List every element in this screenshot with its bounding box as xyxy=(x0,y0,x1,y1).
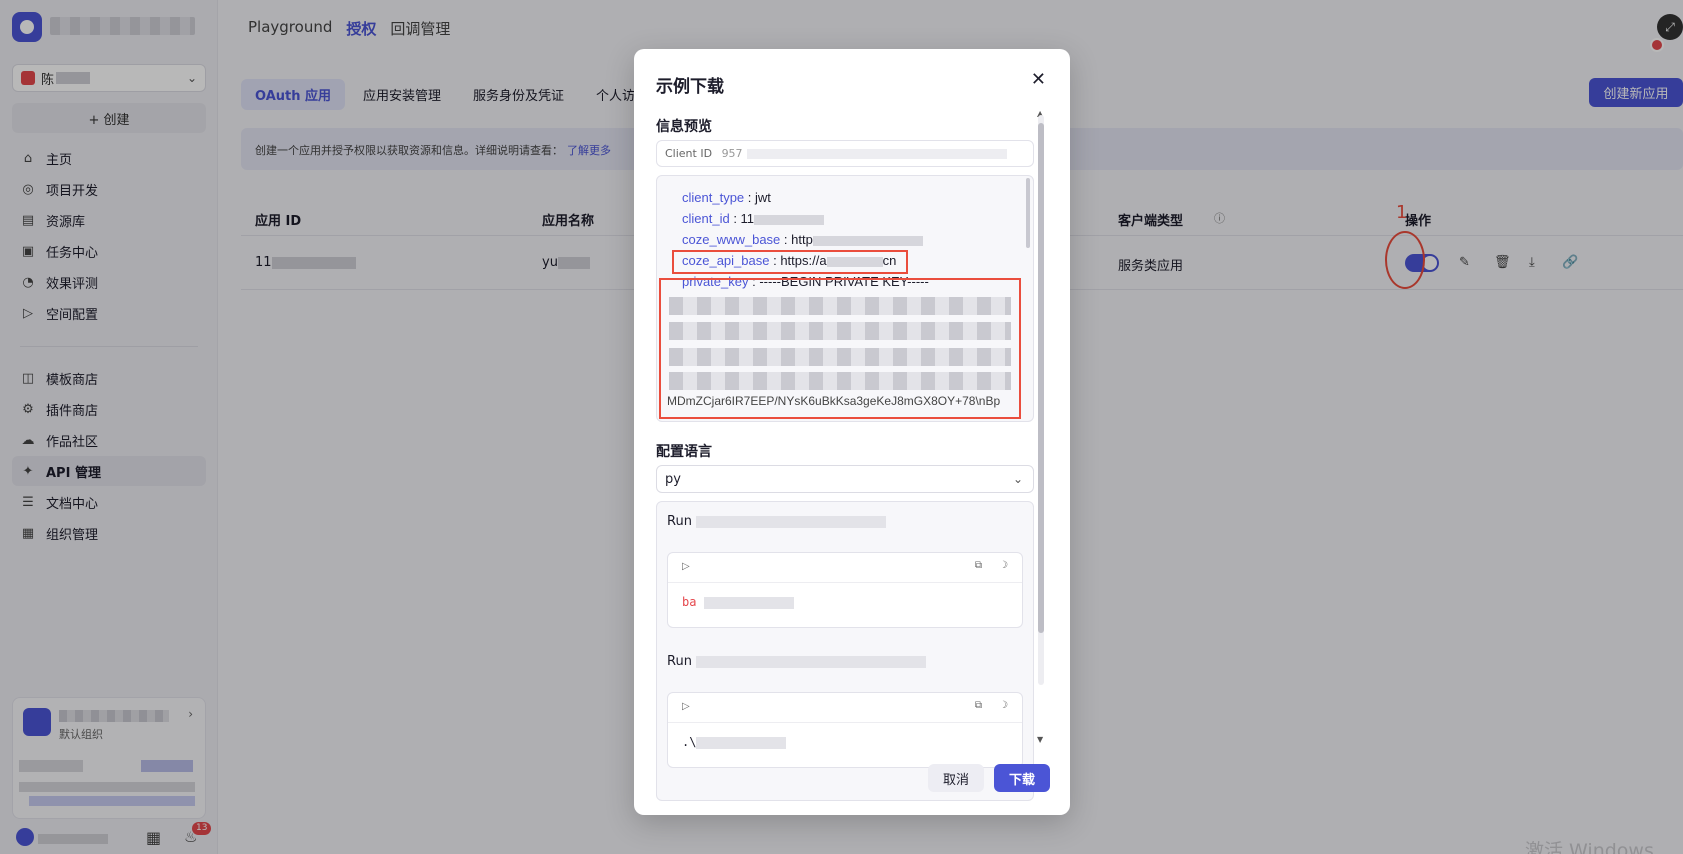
chevron-down-icon: ⌄ xyxy=(1012,472,1023,486)
field-client-type: client_type : jwt xyxy=(682,190,771,205)
modal-scrollbar[interactable] xyxy=(1038,115,1044,685)
client-id-label: Client ID xyxy=(665,147,713,160)
theme-toggle-icon[interactable]: ☽ xyxy=(999,700,1008,711)
code-text: .\ xyxy=(682,735,697,749)
code-text: ba xyxy=(682,595,697,609)
run-step-1: Run xyxy=(667,514,886,529)
code-header: ▷ ⧉ ☽ xyxy=(668,553,1022,583)
code-instructions: Run ▷ ⧉ ☽ ba Run ▷ ⧉ ☽ .\ xyxy=(656,501,1034,801)
code-body: ba xyxy=(668,583,1022,621)
run-text-blur xyxy=(695,515,886,528)
field-key: coze_www_base xyxy=(682,232,781,247)
field-client-id: client_id : 11 xyxy=(682,211,825,226)
field-coze-www-base: coze_www_base : http xyxy=(682,232,923,247)
cancel-button[interactable]: 取消 xyxy=(928,764,984,792)
field-value: jwt xyxy=(755,190,771,205)
copy-icon[interactable]: ⧉ xyxy=(975,560,982,571)
code-lang-icon: ▷ xyxy=(682,561,690,572)
code-body: .\ xyxy=(668,723,1022,761)
field-value: http xyxy=(791,232,813,247)
download-example-modal: 示例下载 ✕ 信息预览 Client ID 957 client_type : … xyxy=(634,49,1070,815)
code-block-1: ▷ ⧉ ☽ ba xyxy=(667,552,1023,628)
theme-toggle-icon[interactable]: ☽ xyxy=(999,560,1008,571)
run-label: Run xyxy=(667,654,692,669)
code-block-2: ▷ ⧉ ☽ .\ xyxy=(667,692,1023,768)
client-id-value: 957 xyxy=(721,147,743,160)
code-blur xyxy=(703,596,794,609)
modal-title: 示例下载 xyxy=(656,77,724,97)
field-key: client_type xyxy=(682,190,745,205)
highlight-private-key xyxy=(659,278,1021,419)
client-id-field: Client ID 957 xyxy=(656,140,1034,167)
code-blur xyxy=(696,736,787,749)
download-button[interactable]: 下载 xyxy=(994,764,1050,792)
language-select[interactable]: py ⌄ xyxy=(656,465,1034,493)
close-icon[interactable]: ✕ xyxy=(1031,69,1046,90)
value-blur xyxy=(812,235,923,246)
run-label: Run xyxy=(667,514,692,529)
scroll-down-icon[interactable]: ▼ xyxy=(1037,735,1043,744)
highlight-api-base xyxy=(672,250,908,274)
config-language-label: 配置语言 xyxy=(656,444,712,460)
preview-scrollbar[interactable] xyxy=(1026,178,1030,248)
info-preview-label: 信息预览 xyxy=(656,119,712,135)
client-id-blur xyxy=(746,149,1007,159)
copy-icon[interactable]: ⧉ xyxy=(975,700,982,711)
field-key: client_id xyxy=(682,211,730,226)
language-value: py xyxy=(665,472,681,487)
code-header: ▷ ⧉ ☽ xyxy=(668,693,1022,723)
run-step-2: Run xyxy=(667,654,926,669)
run-text-blur xyxy=(695,655,926,668)
field-value: 11 xyxy=(740,211,755,226)
code-lang-icon: ▷ xyxy=(682,701,690,712)
value-blur xyxy=(754,214,825,225)
